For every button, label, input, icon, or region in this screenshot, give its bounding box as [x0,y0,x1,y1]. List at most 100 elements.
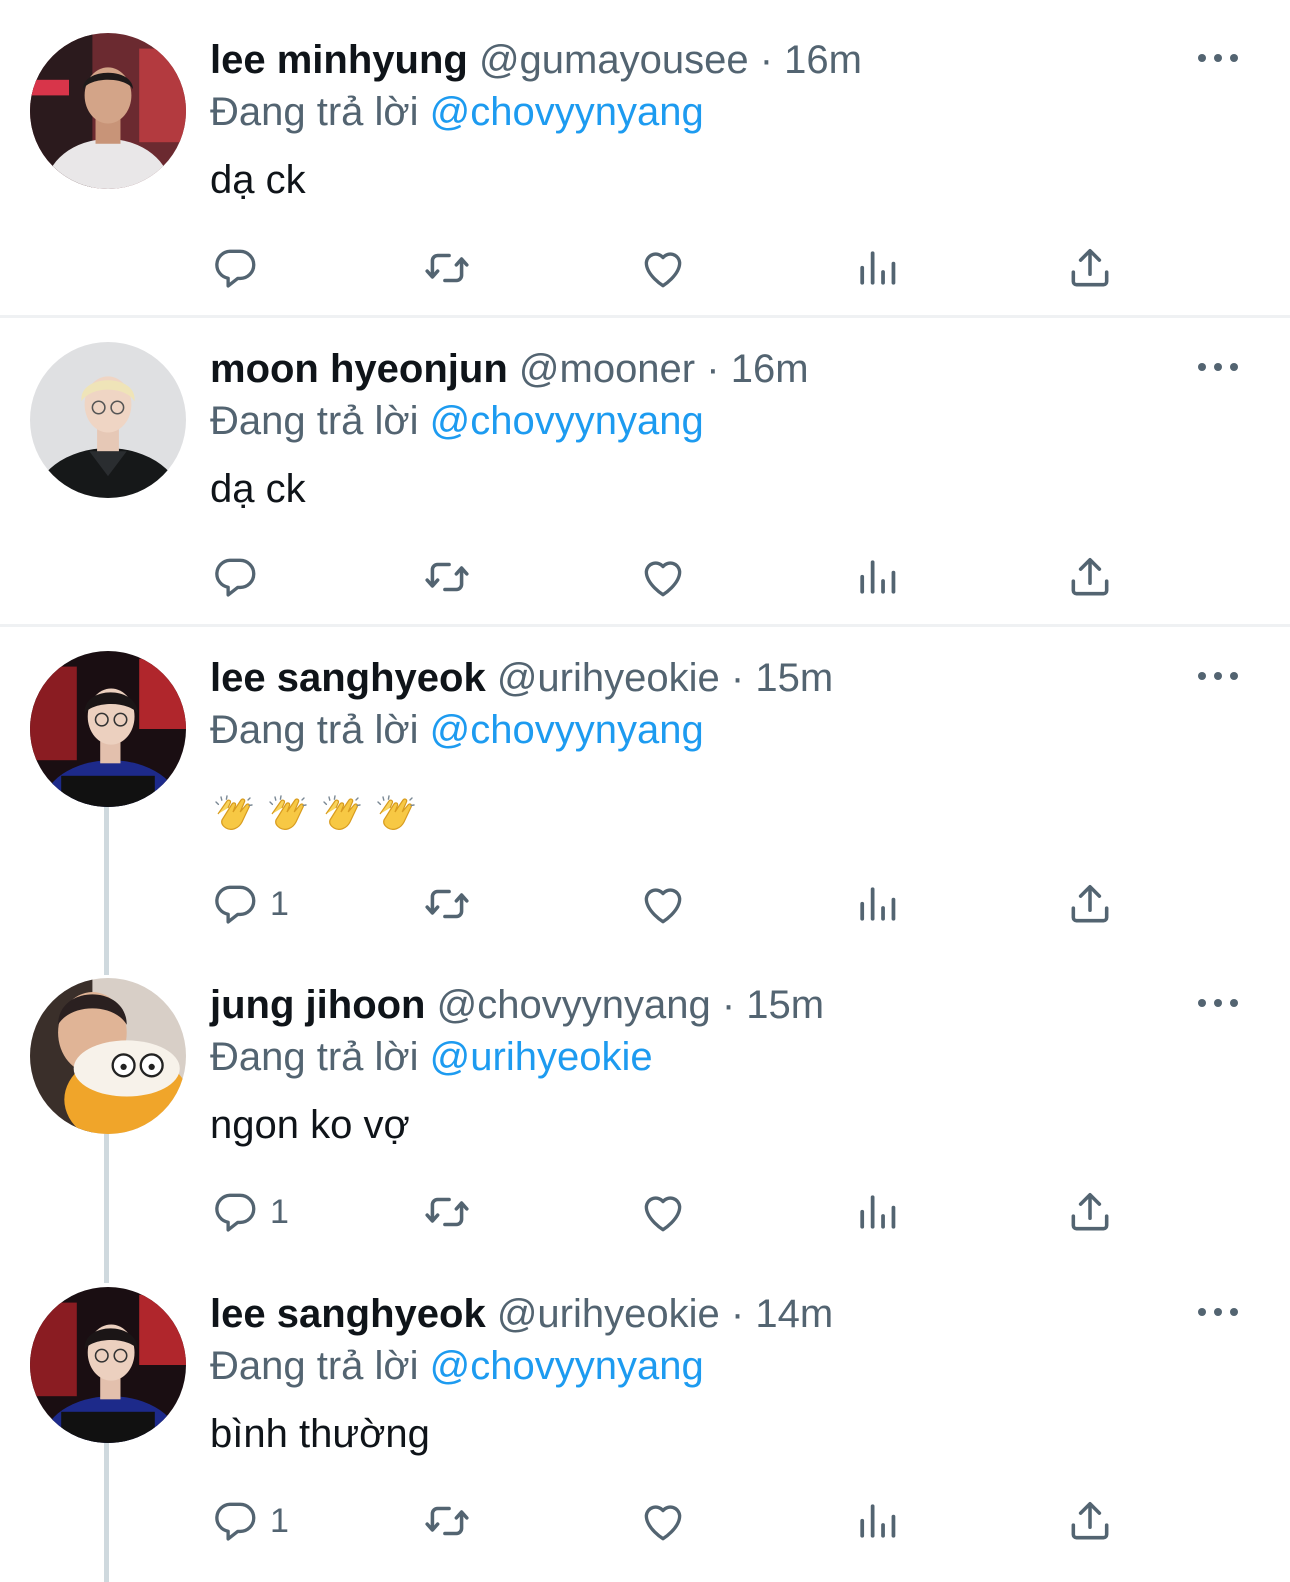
action-bar [210,552,1140,602]
views-button[interactable] [852,1496,902,1546]
replying-prefix: Đang trả lời [210,708,419,752]
action-bar: 1 [210,1187,1140,1237]
tweet-header: lee minhyung @gumayousee · 16m [210,36,862,84]
share-icon [1065,552,1115,602]
reply-icon [210,243,260,293]
views-button[interactable] [852,243,902,293]
reply-button[interactable] [210,552,270,602]
like-button[interactable] [638,1187,688,1237]
reply-button[interactable]: 1 [210,879,289,929]
user-handle[interactable]: @chovyynyang [437,983,711,1027]
display-name[interactable]: jung jihoon [210,983,426,1027]
tweet-text: bình thường [210,1412,430,1456]
separator: · [730,656,745,700]
like-button[interactable] [638,879,688,929]
reply-icon [210,879,260,929]
retweet-button[interactable] [422,879,472,929]
display-name[interactable]: moon hyeonjun [210,347,508,391]
display-name[interactable]: lee sanghyeok [210,656,486,700]
views-button[interactable] [852,879,902,929]
timestamp[interactable]: 16m [784,38,862,82]
like-icon [638,552,688,602]
like-button[interactable] [638,1496,688,1546]
mention-link[interactable]: @chovyynyang [430,90,704,134]
reply-count: 1 [270,884,289,923]
separator: · [730,1292,745,1336]
retweet-icon [422,879,472,929]
more-icon[interactable] [1198,664,1238,688]
reply-button[interactable]: 1 [210,1496,289,1546]
retweet-icon [422,552,472,602]
avatar[interactable] [30,1287,186,1443]
tweet[interactable]: lee sanghyeok @urihyeokie · 14m Đang trả… [0,1254,1290,1582]
replying-to: Đang trả lời @chovyynyang [210,397,704,445]
display-name[interactable]: lee sanghyeok [210,1292,486,1336]
tweet[interactable]: lee minhyung @gumayousee · 16m Đang trả … [0,0,1290,315]
share-button[interactable] [1065,243,1115,293]
mention-link[interactable]: @chovyynyang [430,399,704,443]
mention-link[interactable]: @chovyynyang [430,708,704,752]
tweet[interactable]: jung jihoon @chovyynyang · 15m Đang trả … [0,945,1290,1255]
like-button[interactable] [638,243,688,293]
like-icon [638,1496,688,1546]
avatar-image [30,1287,186,1443]
more-icon[interactable] [1198,991,1238,1015]
share-icon [1065,1187,1115,1237]
tweet-text: ngon ko vợ [210,1103,410,1147]
mention-link[interactable]: @chovyynyang [430,1344,704,1388]
replying-to: Đang trả lời @urihyeokie [210,1033,653,1081]
tweet-header: lee sanghyeok @urihyeokie · 14m [210,1290,833,1338]
tweet[interactable]: moon hyeonjun @mooner · 16m Đang trả lời… [0,309,1290,624]
share-button[interactable] [1065,879,1115,929]
retweet-button[interactable] [422,1496,472,1546]
share-button[interactable] [1065,1187,1115,1237]
avatar[interactable] [30,33,186,189]
avatar-image [30,33,186,189]
views-icon [852,1187,902,1237]
avatar-image [30,978,186,1134]
timestamp[interactable]: 14m [755,1292,833,1336]
timestamp[interactable]: 15m [746,983,824,1027]
separator: · [759,38,774,82]
retweet-icon [422,1496,472,1546]
user-handle[interactable]: @mooner [519,347,695,391]
timestamp[interactable]: 15m [755,656,833,700]
views-icon [852,1496,902,1546]
share-button[interactable] [1065,1496,1115,1546]
reply-icon [210,1187,260,1237]
retweet-button[interactable] [422,552,472,602]
reply-count: 1 [270,1501,289,1540]
retweet-button[interactable] [422,1187,472,1237]
user-handle[interactable]: @urihyeokie [497,1292,720,1336]
views-button[interactable] [852,552,902,602]
mention-link[interactable]: @urihyeokie [430,1035,653,1079]
user-handle[interactable]: @urihyeokie [497,656,720,700]
more-icon[interactable] [1198,355,1238,379]
clap-emoji-icon [318,790,366,838]
display-name[interactable]: lee minhyung [210,38,468,82]
avatar[interactable] [30,651,186,807]
more-icon[interactable] [1198,1300,1238,1324]
replying-to: Đang trả lời @chovyynyang [210,88,704,136]
retweet-icon [422,1187,472,1237]
replying-prefix: Đang trả lời [210,399,419,443]
replying-to: Đang trả lời @chovyynyang [210,706,704,754]
reply-icon [210,1496,260,1546]
user-handle[interactable]: @gumayousee [479,38,749,82]
reply-button[interactable] [210,243,270,293]
retweet-button[interactable] [422,243,472,293]
separator: · [721,983,736,1027]
avatar[interactable] [30,342,186,498]
avatar[interactable] [30,978,186,1134]
reply-button[interactable]: 1 [210,1187,289,1237]
tweet-text: dạ ck [210,158,306,202]
action-bar: 1 [210,1496,1140,1546]
clap-emoji-icon [210,790,258,838]
like-button[interactable] [638,552,688,602]
views-button[interactable] [852,1187,902,1237]
like-icon [638,243,688,293]
share-button[interactable] [1065,552,1115,602]
tweet[interactable]: lee sanghyeok @urihyeokie · 15m Đang trả… [0,618,1290,948]
more-icon[interactable] [1198,46,1238,70]
timestamp[interactable]: 16m [731,347,809,391]
